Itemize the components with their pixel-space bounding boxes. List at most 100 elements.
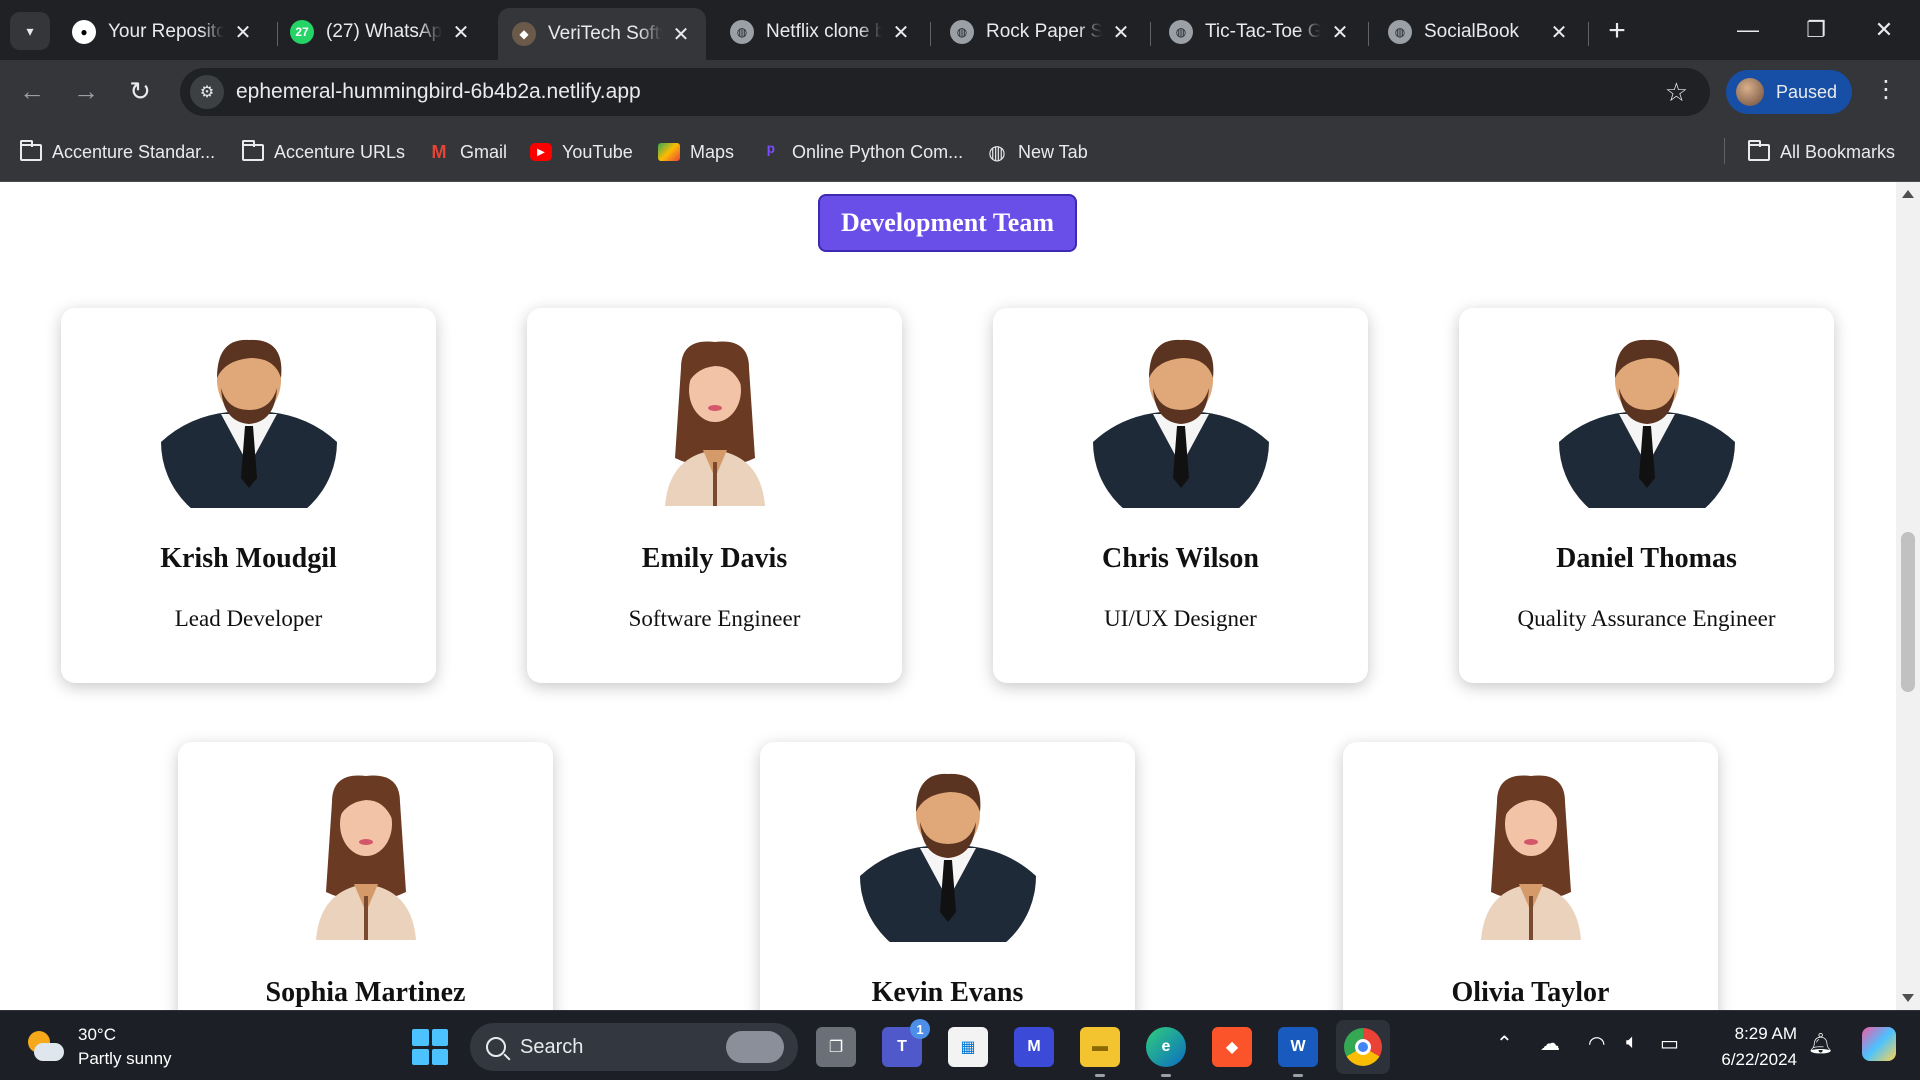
tab-title: SocialBook [1424,21,1520,42]
teams-icon[interactable]: T1 [882,1019,930,1067]
weather-temp: 30°C [78,1025,116,1044]
maps-icon [658,143,680,161]
female-avatar-icon [1480,775,1581,940]
start-button[interactable] [412,1029,448,1065]
tab-title: Rock Paper Scissors [986,21,1102,42]
bookmark-star-icon[interactable]: ☆ [1665,77,1688,108]
team-card-daniel-thomas: Daniel Thomas Quality Assurance Engineer [1459,308,1834,683]
address-bar[interactable]: ⚙ ephemeral-hummingbird-6b4b2a.netlify.a… [180,68,1710,116]
male-avatar-icon [160,339,337,508]
tab-separator [1150,22,1151,46]
minimize-button[interactable]: — [1718,8,1778,52]
tab-title: (27) WhatsApp [326,21,442,42]
back-arrow-icon: ← [19,75,45,106]
tab-rock-paper-scissors[interactable]: ◍ Rock Paper Scissors ✕ [936,8,1146,56]
tab-socialbook[interactable]: ◍ SocialBook ✕ [1374,8,1584,56]
volume-icon[interactable]: 🔈︎ [1626,1031,1638,1054]
bookmark-new-tab[interactable]: ◍ New Tab [986,136,1088,168]
bookmark-label: New Tab [1018,141,1088,162]
tab-separator [1588,22,1589,46]
bookmark-online-python[interactable]: ᵖ Online Python Com... [760,136,963,168]
female-avatar-icon [315,775,416,940]
bookmarks-bar: Accenture Standar... Accenture URLs M Gm… [0,122,1920,182]
notification-bell-icon[interactable]: 🔔︎ [1808,1031,1833,1056]
male-avatar-icon [859,773,1036,942]
close-icon[interactable]: ✕ [890,20,912,45]
partly-sunny-icon [26,1029,66,1065]
tab-title: VeriTech Software [548,23,662,44]
chevron-down-icon: ▾ [26,22,34,39]
bookmarks-separator [1724,138,1725,164]
development-team-button[interactable]: Development Team [818,194,1077,252]
scroll-up-arrow-icon[interactable] [1902,190,1914,198]
tab-veritech[interactable]: ◆ VeriTech Software ✕ [498,8,706,60]
close-icon[interactable]: ✕ [1110,20,1132,45]
onedrive-cloud-icon[interactable]: ☁ [1540,1031,1560,1056]
wifi-icon[interactable]: ◠ [1588,1031,1605,1056]
tab-search-button[interactable]: ▾ [10,12,50,50]
taskbar-search[interactable]: Search [470,1023,798,1071]
copilot-icon[interactable] [1862,1027,1896,1061]
gmail-icon: M [431,141,447,162]
microsoft-store-icon[interactable]: ▦ [948,1027,988,1067]
close-icon[interactable]: ✕ [1329,20,1351,45]
new-tab-button[interactable]: + [1600,14,1634,48]
scroll-down-arrow-icon[interactable] [1902,994,1914,1002]
bookmark-label: YouTube [562,141,633,162]
forward-button[interactable]: → [68,73,104,109]
all-bookmarks-button[interactable]: All Bookmarks [1748,136,1895,168]
tab-separator [930,22,931,46]
male-avatar-icon [1092,339,1269,508]
page-viewport: Development Team Krish Moudgil Lead Deve… [0,182,1920,1010]
back-button[interactable]: ← [14,73,50,109]
bookmark-accenture-standards[interactable]: Accenture Standar... [20,136,215,168]
close-window-button[interactable]: ✕ [1854,8,1914,52]
close-icon[interactable]: ✕ [232,20,254,45]
team-card-sophia-martinez: Sophia Martinez [178,742,553,1010]
close-icon[interactable]: ✕ [670,22,692,47]
restore-button[interactable]: ❐ [1786,8,1846,52]
file-explorer-icon[interactable]: ▬ [1080,1027,1120,1077]
taskbar-clock[interactable]: 8:29 AM 6/22/2024 [1695,1021,1797,1073]
whatsapp-icon: 27 [290,20,314,44]
weather-widget[interactable]: 30°C Partly sunny [26,1023,172,1071]
word-icon[interactable]: W [1278,1027,1318,1077]
bookmark-youtube[interactable]: ▶ YouTube [530,136,633,168]
tab-whatsapp[interactable]: 27 (27) WhatsApp ✕ [276,8,486,56]
tab-your-repositories[interactable]: ● Your Repositories ✕ [58,8,268,56]
tab-tic-tac-toe[interactable]: ◍ Tic-Tac-Toe Game ✕ [1155,8,1365,56]
task-view-icon[interactable]: ❐ [816,1027,856,1067]
close-icon[interactable]: ✕ [450,20,472,45]
close-icon[interactable]: ✕ [1548,20,1570,45]
scroll-thumb[interactable] [1901,532,1915,692]
team-card-chris-wilson: Chris Wilson UI/UX Designer [993,308,1368,683]
profile-button[interactable]: Paused [1726,70,1852,114]
globe-icon: ◍ [730,20,754,44]
brave-icon[interactable]: ◆ [1212,1027,1252,1067]
browser-menu-button[interactable]: ⋮ [1872,76,1900,106]
folder-icon [1748,139,1770,161]
close-icon: ✕ [1874,17,1894,42]
mathpix-icon[interactable]: M [1014,1027,1054,1067]
plus-icon: + [1608,14,1626,47]
restore-icon: ❐ [1806,17,1826,42]
reload-button[interactable]: ↻ [122,73,158,109]
weather-desc: Partly sunny [78,1049,172,1068]
github-icon: ● [72,20,96,44]
tab-netflix-clone[interactable]: ◍ Netflix clone by ✕ [716,8,926,56]
tab-strip: ▾ ● Your Repositories ✕ 27 (27) WhatsApp… [0,0,1920,60]
member-role: Software Engineer [628,606,801,631]
bookmark-maps[interactable]: Maps [658,136,734,168]
bookmark-accenture-urls[interactable]: Accenture URLs [242,136,405,168]
edge-icon[interactable]: e [1146,1027,1186,1077]
site-info-button[interactable]: ⚙ [190,75,224,109]
chrome-icon[interactable] [1336,1020,1390,1074]
tab-separator [1368,22,1369,46]
battery-icon[interactable]: ▭ [1660,1031,1679,1056]
url-text[interactable]: ephemeral-hummingbird-6b4b2a.netlify.app [236,80,1665,104]
bookmark-gmail[interactable]: M Gmail [428,136,508,168]
team-card-krish-moudgil: Krish Moudgil Lead Developer [61,308,436,683]
show-hidden-icons-chevron-icon[interactable]: ⌃ [1496,1031,1513,1056]
bookmark-label: Accenture URLs [274,141,406,162]
page-scrollbar[interactable] [1896,182,1920,1010]
